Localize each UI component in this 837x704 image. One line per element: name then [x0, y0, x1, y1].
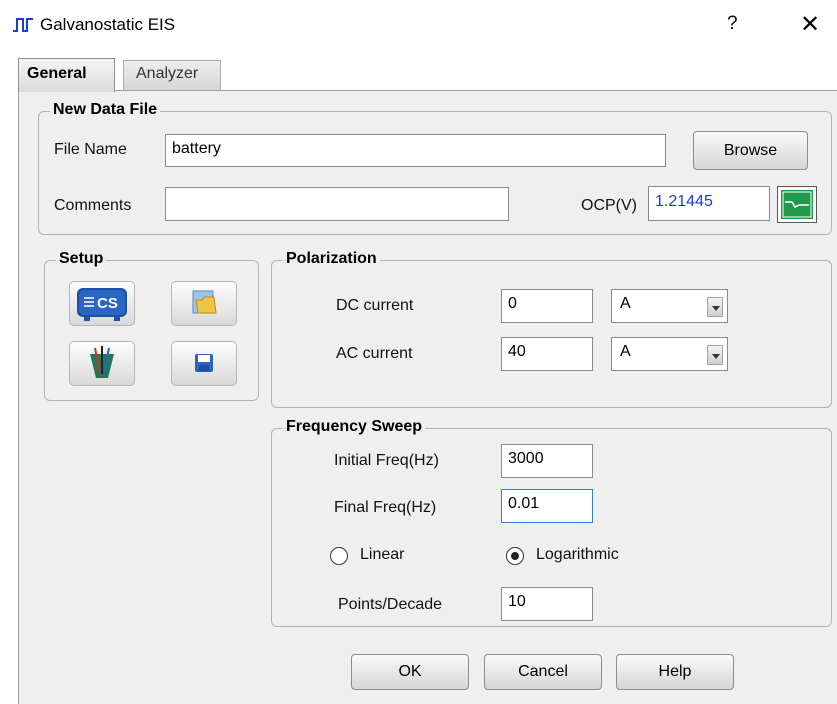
file-name-label: File Name: [54, 141, 127, 158]
points-decade-label: Points/Decade: [338, 596, 443, 613]
cs-device-icon: CS: [77, 288, 127, 321]
ocp-label: OCP(V): [581, 197, 637, 214]
ac-unit-value: A: [620, 343, 631, 360]
help-button[interactable]: Help: [616, 654, 734, 690]
save-icon: [195, 354, 213, 372]
points-decade-input[interactable]: 10: [501, 587, 593, 621]
ocp-value-field: 1.21445: [648, 186, 770, 221]
initial-freq-input[interactable]: 3000: [501, 444, 593, 478]
linear-label: Linear: [360, 546, 405, 563]
dc-unit-value: A: [620, 295, 631, 312]
file-name-input[interactable]: battery: [165, 134, 666, 167]
help-title-button[interactable]: ?: [727, 13, 738, 35]
close-button[interactable]: ✕: [800, 10, 820, 39]
browse-button[interactable]: Browse: [693, 131, 808, 170]
setup-legend: Setup: [56, 250, 107, 268]
window-title: Galvanostatic EIS: [40, 15, 176, 34]
frequency-sweep-legend: Frequency Sweep: [283, 418, 426, 436]
cs-icon-text: CS: [97, 295, 118, 312]
ac-current-label: AC current: [336, 345, 413, 362]
ac-current-input[interactable]: 40: [501, 337, 593, 371]
ocp-measure-button[interactable]: [777, 186, 817, 223]
electrode-icon: [90, 346, 114, 378]
polarization-group: [271, 260, 832, 408]
linear-radio-option[interactable]: Linear: [330, 545, 440, 567]
ok-button[interactable]: OK: [351, 654, 469, 690]
ac-unit-dropdown-arrow[interactable]: [707, 345, 723, 365]
comments-input[interactable]: [165, 187, 509, 221]
final-freq-label: Final Freq(Hz): [334, 499, 437, 516]
dc-current-label: DC current: [336, 297, 414, 314]
ac-unit-select[interactable]: A: [611, 337, 728, 371]
polarization-legend: Polarization: [283, 250, 380, 268]
dc-unit-dropdown-arrow[interactable]: [707, 297, 723, 317]
comments-label: Comments: [54, 197, 132, 214]
linear-radio[interactable]: [330, 547, 348, 565]
cancel-button[interactable]: Cancel: [484, 654, 602, 690]
initial-freq-label: Initial Freq(Hz): [334, 452, 439, 469]
final-freq-input[interactable]: 0.01: [501, 489, 593, 523]
tab-general[interactable]: General: [18, 58, 115, 92]
logarithmic-radio-option[interactable]: Logarithmic: [506, 545, 656, 567]
galvanostatic-pulse-icon: [13, 18, 33, 32]
open-folder-icon: [192, 290, 217, 314]
cs-device-button[interactable]: CS: [69, 281, 135, 326]
ocp-graph-icon: [781, 190, 813, 219]
tab-analyzer[interactable]: Analyzer: [123, 60, 221, 90]
open-file-button[interactable]: [171, 281, 237, 326]
new-data-file-legend: New Data File: [50, 101, 161, 119]
dc-unit-select[interactable]: A: [611, 289, 728, 323]
dc-current-input[interactable]: 0: [501, 289, 593, 323]
save-button[interactable]: [171, 341, 237, 386]
logarithmic-label: Logarithmic: [536, 546, 619, 563]
electrode-button[interactable]: [69, 341, 135, 386]
logarithmic-radio[interactable]: [506, 547, 524, 565]
